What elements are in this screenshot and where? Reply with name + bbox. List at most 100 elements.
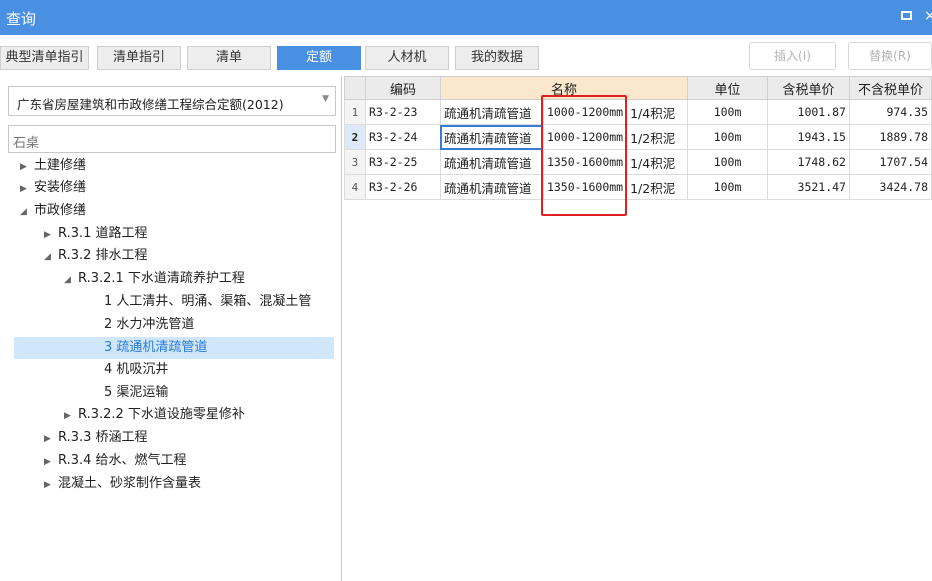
row-index: 4 <box>344 174 366 200</box>
cell-code[interactable]: R3-2-23 <box>364 99 441 125</box>
cell-price-with-tax[interactable]: 1943.15 <box>767 124 850 150</box>
table-row[interactable]: 1 R3-2-23 疏通机清疏管道 1000-1200mm 1/4积泥 100m… <box>344 99 932 125</box>
tree-item-label: 1 人工清井、明涌、渠箱、混凝土管 <box>104 294 312 309</box>
results-table: 编码 名称 单位 含税单价 不含税单价 1 R3-2-23 疏通机清疏管道 10… <box>344 76 932 200</box>
row-index: 3 <box>344 149 366 175</box>
header-name[interactable]: 名称 <box>439 76 689 100</box>
cell-unit[interactable]: 100m <box>687 149 769 175</box>
tree-item-label: R.3.2.2 下水道设施零星修补 <box>78 407 245 422</box>
expand-arrow-icon[interactable]: ▶ <box>20 156 34 178</box>
tree-item-sewer-maintenance[interactable]: ◢ R.3.2.1 下水道清疏养护工程 <box>64 268 245 290</box>
tab-typical-bill-guide[interactable]: 典型清单指引 <box>0 46 89 70</box>
title-bar: 查询 × <box>0 0 932 35</box>
table-row[interactable]: 4 R3-2-26 疏通机清疏管道 1350-1600mm 1/2积泥 100m… <box>344 174 932 200</box>
header-price-with-tax[interactable]: 含税单价 <box>767 76 850 100</box>
insert-button[interactable]: 插入(I) <box>749 42 836 70</box>
tree-item-municipal-repair[interactable]: ◢ 市政修缮 <box>20 200 86 222</box>
cell-name-part2[interactable]: 1350-1600mm <box>542 149 628 175</box>
tree-item-label: 市政修缮 <box>34 203 87 218</box>
tree-item-civil-repair[interactable]: ▶ 土建修缮 <box>20 155 86 177</box>
tree-item-label: 3 疏通机清疏管道 <box>104 340 208 355</box>
tree-item-label: R.3.1 道路工程 <box>58 226 148 241</box>
tree-item-sewer-repair[interactable]: ▶ R.3.2.2 下水道设施零星修补 <box>64 404 245 426</box>
table-header-row: 编码 名称 单位 含税单价 不含税单价 <box>344 76 932 100</box>
cell-name-part1[interactable]: 疏通机清疏管道 <box>439 149 544 175</box>
cell-price-without-tax[interactable]: 3424.78 <box>848 174 932 200</box>
search-input-value: 石桌 <box>13 136 40 151</box>
library-select-value: 广东省房屋建筑和市政修缮工程综合定额(2012) <box>17 97 284 112</box>
cell-name-part2[interactable]: 1350-1600mm <box>542 174 628 200</box>
tree-item-manual-clearing[interactable]: 1 人工清井、明涌、渠箱、混凝土管 <box>104 291 311 313</box>
expand-arrow-icon[interactable]: ▶ <box>44 451 58 473</box>
tree-item-bridge-works[interactable]: ▶ R.3.3 桥涵工程 <box>44 427 148 449</box>
cell-name-part3[interactable]: 1/2积泥 <box>626 124 689 150</box>
tree-item-label: R.3.2 排水工程 <box>58 248 148 263</box>
tree-item-label: 土建修缮 <box>34 158 87 173</box>
tab-quota[interactable]: 定额 <box>277 46 361 70</box>
row-index: 2 <box>344 124 366 150</box>
collapse-arrow-icon[interactable]: ◢ <box>20 201 34 223</box>
chevron-down-icon: ▼ <box>322 94 329 104</box>
cell-code[interactable]: R3-2-26 <box>364 174 441 200</box>
cell-name-part2[interactable]: 1000-1200mm <box>542 124 628 150</box>
cell-price-with-tax[interactable]: 1001.87 <box>767 99 850 125</box>
header-price-without-tax[interactable]: 不含税单价 <box>848 76 932 100</box>
cell-unit[interactable]: 100m <box>687 99 769 125</box>
tree-item-road-works[interactable]: ▶ R.3.1 道路工程 <box>44 223 148 245</box>
cell-price-with-tax[interactable]: 1748.62 <box>767 149 850 175</box>
collapse-arrow-icon[interactable]: ◢ <box>64 269 78 291</box>
cell-name-part1[interactable]: 疏通机清疏管道 <box>439 124 544 150</box>
maximize-icon[interactable] <box>901 11 912 20</box>
header-unit[interactable]: 单位 <box>687 76 769 100</box>
tree-item-suction-well[interactable]: 4 机吸沉井 <box>104 359 168 381</box>
cell-code[interactable]: R3-2-25 <box>364 149 441 175</box>
cell-code[interactable]: R3-2-24 <box>364 124 441 150</box>
tree-item-label: 4 机吸沉井 <box>104 362 169 377</box>
tree-item-hydraulic-flushing[interactable]: 2 水力冲洗管道 <box>104 314 194 336</box>
expand-arrow-icon[interactable]: ▶ <box>44 428 58 450</box>
cell-unit[interactable]: 100m <box>687 124 769 150</box>
tree-item-concrete-content[interactable]: ▶ 混凝土、砂浆制作含量表 <box>44 473 201 495</box>
tree-item-label: R.3.3 桥涵工程 <box>58 430 148 445</box>
tab-my-data[interactable]: 我的数据 <box>455 46 539 70</box>
table-row[interactable]: 3 R3-2-25 疏通机清疏管道 1350-1600mm 1/4积泥 100m… <box>344 149 932 175</box>
library-select[interactable]: 广东省房屋建筑和市政修缮工程综合定额(2012) ▼ <box>8 86 336 116</box>
tree-item-water-gas-works[interactable]: ▶ R.3.4 给水、燃气工程 <box>44 450 187 472</box>
tree-item-label: 混凝土、砂浆制作含量表 <box>58 476 202 491</box>
row-index: 1 <box>344 99 366 125</box>
left-panel: 广东省房屋建筑和市政修缮工程综合定额(2012) ▼ 石桌 ▶ 土建修缮 ▶ 安装修… <box>0 76 342 581</box>
tree-item-machine-dredging[interactable]: 3 疏通机清疏管道 <box>104 337 207 359</box>
cell-price-without-tax[interactable]: 1707.54 <box>848 149 932 175</box>
tree-item-sludge-transport[interactable]: 5 渠泥运输 <box>104 382 168 404</box>
cell-name-part3[interactable]: 1/4积泥 <box>626 149 689 175</box>
expand-arrow-icon[interactable]: ▶ <box>44 474 58 496</box>
cell-name-part3[interactable]: 1/2积泥 <box>626 174 689 200</box>
header-code[interactable]: 编码 <box>364 76 441 100</box>
search-input[interactable]: 石桌 <box>8 125 336 153</box>
replace-button[interactable]: 替换(R) <box>848 42 932 70</box>
cell-price-with-tax[interactable]: 3521.47 <box>767 174 850 200</box>
cell-unit[interactable]: 100m <box>687 174 769 200</box>
cell-price-without-tax[interactable]: 1889.78 <box>848 124 932 150</box>
cell-name-part1[interactable]: 疏通机清疏管道 <box>439 99 544 125</box>
cell-name-part2[interactable]: 1000-1200mm <box>542 99 628 125</box>
expand-arrow-icon[interactable]: ▶ <box>44 224 58 246</box>
close-icon[interactable]: × <box>924 8 932 26</box>
table-row[interactable]: 2 R3-2-24 疏通机清疏管道 1000-1200mm 1/2积泥 100m… <box>344 124 932 150</box>
window-title: 查询 <box>6 10 37 28</box>
tree-item-label: R.3.2.1 下水道清疏养护工程 <box>78 271 245 286</box>
collapse-arrow-icon[interactable]: ◢ <box>44 246 58 268</box>
tree-item-install-repair[interactable]: ▶ 安装修缮 <box>20 177 86 199</box>
cell-price-without-tax[interactable]: 974.35 <box>848 99 932 125</box>
cell-name-part3[interactable]: 1/4积泥 <box>626 99 689 125</box>
cell-name-part1[interactable]: 疏通机清疏管道 <box>439 174 544 200</box>
results-table-area: 编码 名称 单位 含税单价 不含税单价 1 R3-2-23 疏通机清疏管道 10… <box>344 76 932 200</box>
tree-item-label: 5 渠泥运输 <box>104 385 169 400</box>
tab-labor-material-machine[interactable]: 人材机 <box>365 46 449 70</box>
tree-item-label: R.3.4 给水、燃气工程 <box>58 453 187 468</box>
tree-item-drainage-works[interactable]: ◢ R.3.2 排水工程 <box>44 245 148 267</box>
tab-bill[interactable]: 清单 <box>187 46 271 70</box>
expand-arrow-icon[interactable]: ▶ <box>64 405 78 427</box>
expand-arrow-icon[interactable]: ▶ <box>20 178 34 200</box>
tab-bill-guide[interactable]: 清单指引 <box>97 46 181 70</box>
